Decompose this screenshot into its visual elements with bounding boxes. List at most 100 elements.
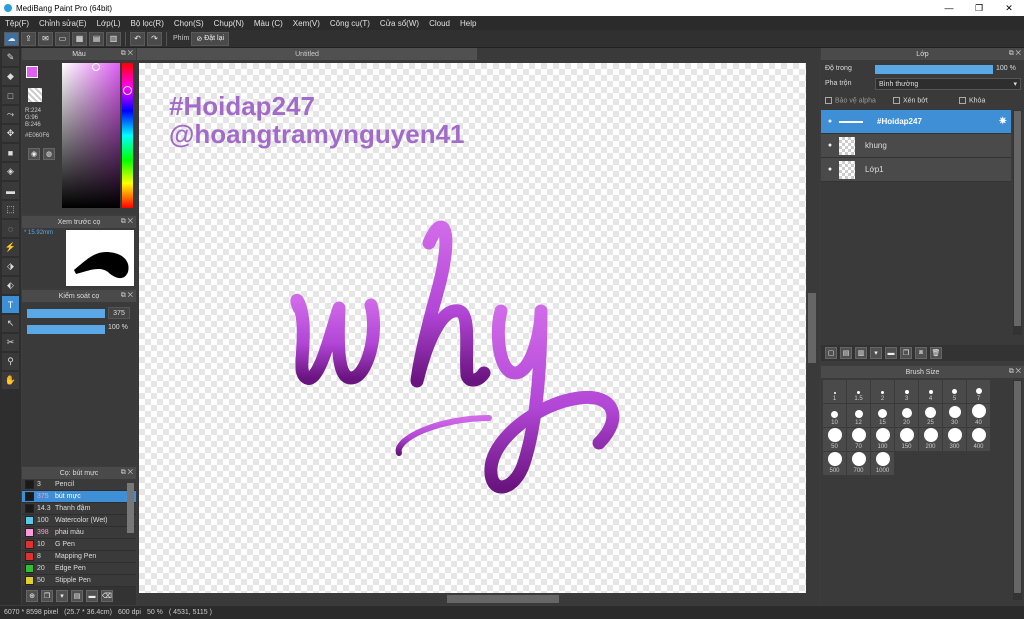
layer-item-lop1[interactable]: ● Lớp1 <box>821 158 1011 182</box>
brush-size-cell[interactable]: 20 <box>895 404 919 428</box>
hue-slider-handle[interactable] <box>123 86 132 95</box>
hand-tool-icon[interactable]: ✋ <box>2 372 19 389</box>
select-pen-tool-icon[interactable]: ⬗ <box>2 258 19 275</box>
canvas-hscroll-thumb[interactable] <box>447 595 559 603</box>
operation-tool-icon[interactable]: ↖ <box>2 315 19 332</box>
move-tool-icon[interactable]: ✥ <box>2 125 19 142</box>
brush-size-cell[interactable]: 5 <box>943 380 967 404</box>
duplicate-layer-icon[interactable]: ❐ <box>900 347 912 359</box>
delete-brush-icon[interactable]: ⌫ <box>101 590 113 602</box>
menu-cloud[interactable]: Cloud <box>429 19 450 28</box>
transparent-swatch[interactable] <box>28 88 42 102</box>
brush-size-slider[interactable] <box>27 309 105 318</box>
new-layer-8bit-icon[interactable]: ▤ <box>840 347 852 359</box>
fill-rect-tool-icon[interactable]: ■ <box>2 144 19 161</box>
add-brush-icon[interactable]: ⊕ <box>26 590 38 602</box>
bucket-tool-icon[interactable]: ◈ <box>2 163 19 180</box>
sv-picker-handle[interactable] <box>92 63 100 71</box>
eye-icon[interactable]: ● <box>825 142 835 149</box>
brush-item-but-muc[interactable]: 375bút mực✷ <box>22 491 136 503</box>
close-button[interactable]: ✕ <box>994 3 1024 14</box>
chat-icon[interactable]: ✉ <box>38 31 53 46</box>
brush-size-cell[interactable]: 50 <box>823 428 847 452</box>
menu-snap[interactable]: Chụp(N) <box>214 19 244 28</box>
brush-folder-icon[interactable]: ▬ <box>86 590 98 602</box>
redo-icon[interactable]: ↷ <box>147 31 162 46</box>
text-tool-icon[interactable]: T <box>2 296 19 313</box>
menu-select[interactable]: Chọn(S) <box>174 19 204 28</box>
reset-button[interactable]: ⊘ Đặt lại <box>191 31 230 46</box>
layer-opacity-slider[interactable] <box>875 65 993 74</box>
pen-curve-tool-icon[interactable]: ⤳ <box>2 106 19 123</box>
brush-item-thanh-dam[interactable]: 14.3 Thanh đậm <box>22 503 136 515</box>
brush-size-input[interactable]: 375 <box>108 307 130 319</box>
brush-size-cell[interactable]: 500 <box>823 452 847 476</box>
brush-size-cell[interactable]: 40 <box>967 404 991 428</box>
brush-size-cell[interactable]: 7 <box>967 380 991 404</box>
brush-size-cell[interactable]: 300 <box>943 428 967 452</box>
maximize-button[interactable]: ❐ <box>964 3 994 14</box>
lasso-tool-icon[interactable]: ◌ <box>2 220 19 237</box>
brush-size-scrollbar[interactable] <box>1013 380 1022 600</box>
panel-controls-icon[interactable]: ⧉ ✕ <box>1009 50 1021 58</box>
hue-slider[interactable] <box>122 63 133 208</box>
panel-controls-icon[interactable]: ⧉ ✕ <box>121 469 133 477</box>
select-rect-tool-icon[interactable]: ⬚ <box>2 201 19 218</box>
brush-size-cell[interactable]: 10 <box>823 404 847 428</box>
brush-tool-icon[interactable]: ✎ <box>2 49 19 66</box>
grid-icon[interactable]: ▦ <box>72 31 87 46</box>
menu-view[interactable]: Xem(V) <box>293 19 320 28</box>
panel-controls-icon[interactable]: ⧉ ✕ <box>121 218 133 226</box>
menu-layer[interactable]: Lớp(L) <box>97 19 121 28</box>
brush-size-cell[interactable]: 25 <box>919 404 943 428</box>
minimize-button[interactable]: — <box>934 3 964 14</box>
brush-item-mapping-pen[interactable]: 8 Mapping Pen <box>22 551 136 563</box>
menu-window[interactable]: Cửa sổ(W) <box>380 19 419 28</box>
brush-file-icon[interactable]: ▤ <box>71 590 83 602</box>
brush-item-phai-mau[interactable]: 398 phai màu <box>22 527 136 539</box>
canvas-vscroll-thumb[interactable] <box>808 293 816 363</box>
brush-size-cell[interactable]: 30 <box>943 404 967 428</box>
brush-item-watercolor[interactable]: 100 Watercolor (Wet) <box>22 515 136 527</box>
merge-layer-icon[interactable]: ⧈ <box>915 347 927 359</box>
brush-size-cell[interactable]: 4 <box>919 380 943 404</box>
new-layer-icon[interactable]: ▢ <box>825 347 837 359</box>
canvas-vscroll[interactable] <box>806 63 818 593</box>
eraser-tool-icon[interactable]: ◆ <box>2 68 19 85</box>
layer-scrollbar[interactable] <box>1013 110 1022 335</box>
eye-icon[interactable]: ● <box>825 166 835 173</box>
primary-color-swatch[interactable] <box>26 66 38 78</box>
eye-icon[interactable]: ● <box>825 118 835 125</box>
select-eraser-tool-icon[interactable]: ⬖ <box>2 277 19 294</box>
brush-size-cell[interactable]: 2 <box>871 380 895 404</box>
undo-icon[interactable]: ↶ <box>130 31 145 46</box>
lock-option[interactable]: Khóa <box>959 97 985 104</box>
upload-icon[interactable]: ⇪ <box>21 31 36 46</box>
panel-controls-icon[interactable]: ⧉ ✕ <box>121 50 133 58</box>
grid-alt-icon[interactable]: ▤ <box>89 31 104 46</box>
brush-size-cell[interactable]: 1000 <box>871 452 895 476</box>
brush-size-cell[interactable]: 100 <box>871 428 895 452</box>
brush-size-cell[interactable]: 700 <box>847 452 871 476</box>
brush-size-cell[interactable]: 3 <box>895 380 919 404</box>
brush-size-cell[interactable]: 15 <box>871 404 895 428</box>
clipping-option[interactable]: Xén bớt <box>893 97 928 104</box>
brush-menu-icon[interactable]: ▾ <box>56 590 68 602</box>
alpha-protect-option[interactable]: Bảo vệ alpha <box>825 97 876 104</box>
delete-layer-icon[interactable]: 🗑 <box>930 347 942 359</box>
canvas-tab[interactable]: Untitled <box>137 48 477 60</box>
layer-folder-icon[interactable]: ▬ <box>885 347 897 359</box>
brush-size-cell[interactable]: 70 <box>847 428 871 452</box>
drawing-canvas[interactable]: #Hoidap247 @hoangtramynguyen41 why <box>139 63 806 593</box>
panel-controls-icon[interactable]: ⧉ ✕ <box>1009 368 1021 376</box>
menu-tools[interactable]: Công cụ(T) <box>330 19 370 28</box>
magic-wand-tool-icon[interactable]: ⚡ <box>2 239 19 256</box>
panel-controls-icon[interactable]: ⧉ ✕ <box>121 292 133 300</box>
gear-icon[interactable]: ✷ <box>999 116 1007 127</box>
brush-item-edge-pen[interactable]: 20 Edge Pen <box>22 563 136 575</box>
brush-item-g-pen[interactable]: 10 G Pen <box>22 539 136 551</box>
panel-icon[interactable]: ▥ <box>106 31 121 46</box>
layer-menu-icon[interactable]: ▾ <box>870 347 882 359</box>
brush-item-stipple-pen[interactable]: 50 Stipple Pen <box>22 575 136 587</box>
saturation-value-picker[interactable] <box>62 63 120 208</box>
